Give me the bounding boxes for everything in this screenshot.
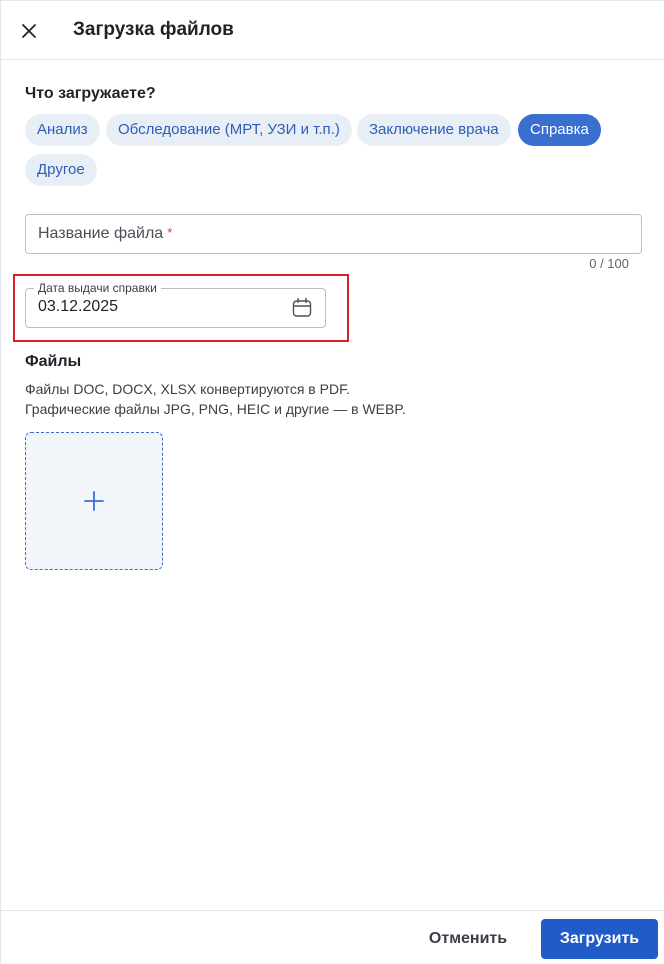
file-name-field[interactable]: Название файла * <box>25 214 642 254</box>
chip-other[interactable]: Другое <box>25 154 97 186</box>
files-description: Файлы DOC, DOCX, XLSX конвертируются в P… <box>25 379 406 419</box>
close-button[interactable] <box>17 19 41 43</box>
plus-icon <box>84 491 104 511</box>
page-title: Загрузка файлов <box>73 19 234 40</box>
chip-analysis[interactable]: Анализ <box>25 114 100 146</box>
files-desc-line-1: Файлы DOC, DOCX, XLSX конвертируются в P… <box>25 381 350 397</box>
issue-date-label: Дата выдачи справки <box>34 281 161 295</box>
required-mark: * <box>167 225 173 240</box>
chip-examination[interactable]: Обследование (МРТ, УЗИ и т.п.) <box>106 114 352 146</box>
category-question: Что загружаете? <box>25 85 156 102</box>
file-name-placeholder-text: Название файла <box>38 225 164 242</box>
chip-certificate[interactable]: Справка <box>518 114 601 146</box>
files-section-title: Файлы <box>25 353 82 370</box>
upload-files-panel: Загрузка файлов Что загружаете? Анализ О… <box>0 0 664 964</box>
upload-button[interactable]: Загрузить <box>541 919 658 959</box>
add-file-dropzone[interactable] <box>25 432 163 570</box>
chip-doctor-conclusion[interactable]: Заключение врача <box>357 114 511 146</box>
panel-header: Загрузка файлов <box>1 1 664 60</box>
cancel-button[interactable]: Отменить <box>413 919 523 959</box>
issue-date-value: 03.12.2025 <box>38 298 119 315</box>
panel-footer: Отменить Загрузить <box>1 910 664 964</box>
close-icon <box>22 24 36 38</box>
files-desc-line-2: Графические файлы JPG, PNG, HEIC и други… <box>25 401 406 417</box>
issue-date-field[interactable]: Дата выдачи справки 03.12.2025 <box>25 281 326 328</box>
file-name-placeholder: Название файла * <box>38 225 172 243</box>
char-counter: 0 / 100 <box>589 256 629 271</box>
calendar-icon[interactable] <box>291 297 313 319</box>
